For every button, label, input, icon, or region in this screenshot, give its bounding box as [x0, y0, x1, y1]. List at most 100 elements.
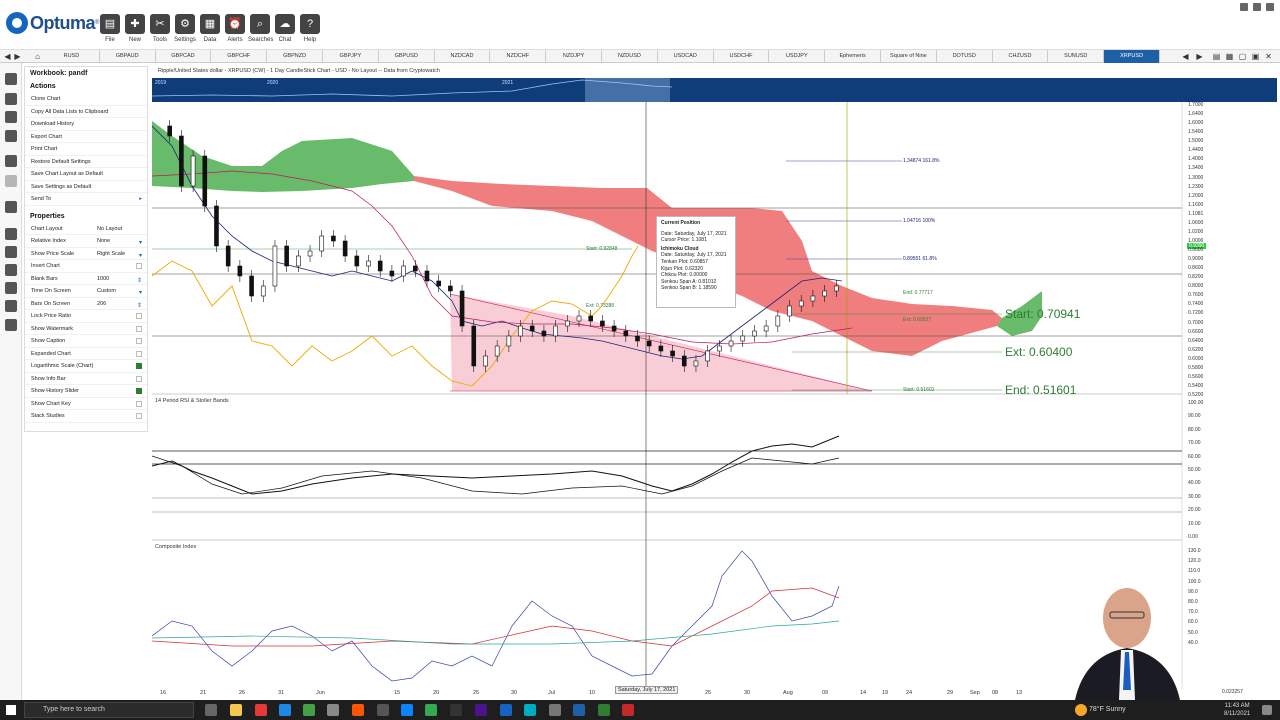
action-export-chart[interactable]: Export Chart: [25, 131, 147, 143]
property-bars-on-screen[interactable]: Bars On Screen 206 ⇕: [25, 298, 147, 310]
tab-gbpcad[interactable]: GBPCAD: [156, 50, 212, 63]
tab-close-icon[interactable]: ✕: [1264, 52, 1273, 61]
action-clone-chart[interactable]: Clone Chart: [25, 93, 147, 106]
property-lock-price-ratio[interactable]: Lock Price Ratio: [25, 310, 147, 323]
notifications-icon[interactable]: [1262, 705, 1272, 715]
save-icon[interactable]: [5, 111, 17, 123]
tab-square-of-nine[interactable]: Square of Nine: [881, 50, 937, 63]
property-chart-layout[interactable]: Chart Layout No Layout: [25, 223, 147, 235]
ribbon-chat-button[interactable]: ☁ Chat: [273, 14, 297, 43]
checkbox[interactable]: [136, 313, 142, 319]
mail-icon[interactable]: [279, 704, 291, 716]
action-print-chart[interactable]: Print Chart: [25, 143, 147, 156]
tab-usdjpy[interactable]: USDJPY: [769, 50, 826, 63]
minimize-icon[interactable]: [1240, 3, 1248, 11]
ribbon-alerts-button[interactable]: ⏰ Alerts: [223, 14, 247, 43]
window-icon[interactable]: ▢: [1238, 52, 1247, 61]
app-icon-14[interactable]: [549, 704, 561, 716]
maps-icon[interactable]: [303, 704, 315, 716]
redo-icon[interactable]: [5, 175, 17, 187]
property-show-chart-key[interactable]: Show Chart Key: [25, 398, 147, 410]
tab-scroll-left-icon[interactable]: ◀: [1181, 52, 1190, 61]
checkbox[interactable]: [136, 413, 142, 419]
undo-icon[interactable]: [5, 155, 17, 167]
tab-dotusd[interactable]: DOTUSD: [937, 50, 993, 63]
notes-icon[interactable]: [5, 300, 17, 312]
chrome-browser-icon[interactable]: [425, 704, 437, 716]
ribbon-file-button[interactable]: ▤ File: [98, 14, 122, 43]
checkbox[interactable]: [136, 338, 142, 344]
property-time-on-screen[interactable]: Time On Screen Custom ▾: [25, 285, 147, 298]
crosshair-icon[interactable]: [5, 228, 17, 240]
checkbox[interactable]: [136, 325, 142, 332]
app-icon-17[interactable]: [622, 704, 634, 716]
tab-gbpusd[interactable]: GBPUSD: [379, 50, 435, 63]
checkbox[interactable]: [136, 263, 142, 269]
taskbar-clock[interactable]: 11:43 AM 8/11/2021: [1224, 702, 1250, 718]
tab-nzdjpy[interactable]: NZDJPY: [546, 50, 602, 63]
action-send-to[interactable]: Send To ▸: [25, 193, 147, 206]
tab-gbpnzd[interactable]: GBPNZD: [267, 50, 323, 63]
lock-icon[interactable]: [5, 246, 17, 258]
tab-ephemeris[interactable]: Ephemeris: [825, 50, 881, 63]
grid-lines-icon[interactable]: [5, 264, 17, 276]
ribbon-settings-button[interactable]: ⚙ Settings: [173, 14, 197, 43]
checklist-icon[interactable]: [5, 319, 17, 331]
action-restore-default-settings[interactable]: Restore Default Settings: [25, 156, 147, 168]
tab-usdcad[interactable]: USDCAD: [658, 50, 714, 63]
property-blank-bars[interactable]: Blank Bars 1000 ⇕: [25, 273, 147, 285]
ribbon-tools-button[interactable]: ✂ Tools: [148, 14, 172, 43]
tab-chzusd[interactable]: CHZUSD: [993, 50, 1049, 63]
property-stack-studies[interactable]: Stack Studies: [25, 410, 147, 423]
tab-rusd[interactable]: RUSD: [44, 50, 100, 63]
tab-xrpusd[interactable]: XRPUSD: [1104, 50, 1160, 63]
word-icon[interactable]: [500, 704, 512, 716]
tab-nzdusd[interactable]: NZDUSD: [602, 50, 658, 63]
back-arrow-icon[interactable]: ◀: [3, 52, 12, 61]
property-show-watermark[interactable]: Show Watermark: [25, 323, 147, 335]
ribbon-data-button[interactable]: ▦ Data: [198, 14, 222, 43]
optuma-taskbar-icon[interactable]: [573, 704, 585, 716]
file-explorer-icon[interactable]: [230, 704, 242, 716]
property-show-history-slider[interactable]: Show History Slider: [25, 385, 147, 398]
brave-browser-icon[interactable]: [352, 704, 364, 716]
checkbox[interactable]: [136, 400, 142, 407]
property-expanded-chart[interactable]: Expanded Chart: [25, 348, 147, 360]
forward-arrow-icon[interactable]: ▶: [13, 52, 22, 61]
tab-scroll-right-icon[interactable]: ▶: [1195, 52, 1204, 61]
action-save-chart-layout-as-default[interactable]: Save Chart Layout as Default: [25, 168, 147, 181]
store-icon[interactable]: [255, 704, 267, 716]
checkbox[interactable]: [136, 388, 142, 394]
checkbox[interactable]: [136, 375, 142, 382]
ribbon-help-button[interactable]: ? Help: [298, 14, 322, 43]
tab-gbpchf[interactable]: GBPCHF: [211, 50, 268, 63]
tab-gbpjpy[interactable]: GBPJPY: [323, 50, 379, 63]
action-download-history[interactable]: Download History: [25, 118, 147, 131]
property-show-caption[interactable]: Show Caption: [25, 335, 147, 348]
app-icon-11[interactable]: [475, 704, 487, 716]
action-save-settings-as-default[interactable]: Save Settings as Default: [25, 181, 147, 193]
tile-icon[interactable]: ▣: [1251, 52, 1260, 61]
home-icon[interactable]: ⌂: [33, 52, 42, 61]
taskbar-weather[interactable]: 78°F Sunny: [1089, 706, 1126, 713]
layout-icon[interactable]: ▤: [1212, 52, 1221, 61]
ribbon-new-button[interactable]: ✚ New: [123, 14, 147, 43]
property-show-info-bar[interactable]: Show Info Bar: [25, 373, 147, 385]
print-icon[interactable]: [5, 130, 17, 142]
tab-gbpaud[interactable]: GBPAUD: [100, 50, 156, 63]
property-show-price-scale[interactable]: Show Price Scale Right Scale ▾: [25, 248, 147, 260]
tab-sunusd[interactable]: SUNUSD: [1048, 50, 1105, 63]
ribbon-searches-button[interactable]: ⌕ Searches: [248, 14, 273, 43]
maximize-icon[interactable]: [1253, 3, 1261, 11]
properties-icon[interactable]: [5, 282, 17, 294]
history-slider[interactable]: [152, 78, 1277, 102]
tab-usdchf[interactable]: USDCHF: [714, 50, 770, 63]
windows-start-icon[interactable]: [6, 705, 16, 715]
action-copy-all-data-lists-to-clipboard[interactable]: Copy All Data Lists to Clipboard: [25, 106, 147, 118]
close-icon[interactable]: [1266, 3, 1274, 11]
tab-nzdchf[interactable]: NZDCHF: [490, 50, 547, 63]
history-slider-window[interactable]: [585, 78, 670, 102]
checkbox[interactable]: [136, 363, 142, 369]
tab-nzdcad[interactable]: NZDCAD: [435, 50, 491, 63]
calculator-icon[interactable]: [377, 704, 389, 716]
